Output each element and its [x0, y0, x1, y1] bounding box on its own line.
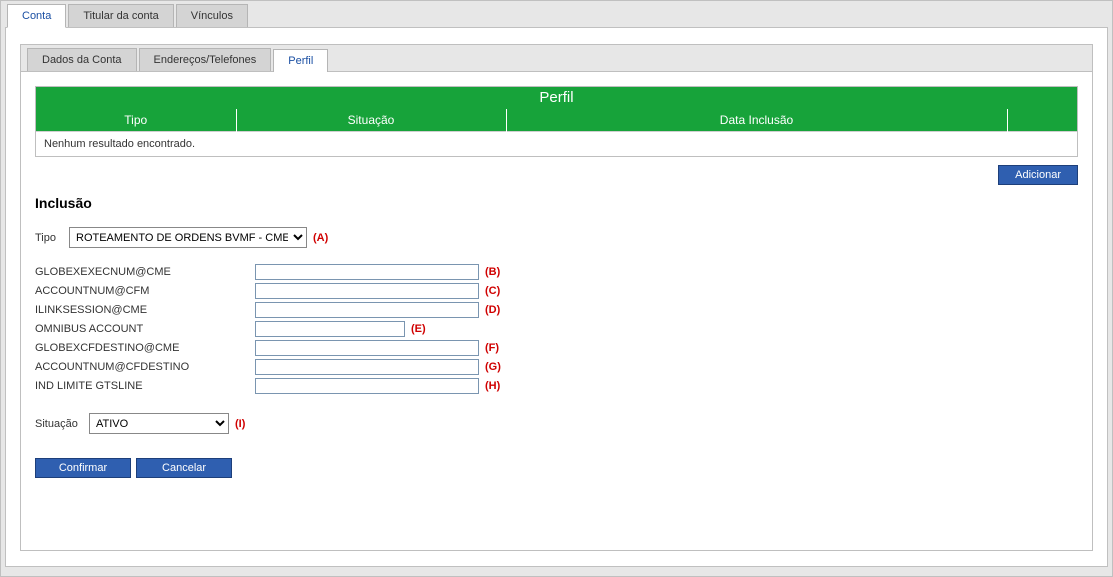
field-grid: GLOBEXEXECNUM@CME (B) ACCOUNTNUM@CFM (C)…: [35, 262, 1078, 395]
input-accountnumcfdestino[interactable]: [255, 359, 479, 375]
app-frame: Conta Titular da conta Vínculos Dados da…: [0, 0, 1113, 577]
label-tipo: Tipo: [35, 232, 65, 244]
col-tipo[interactable]: Tipo: [36, 109, 236, 132]
label-accountnumcfm: ACCOUNTNUM@CFM: [35, 285, 255, 297]
perfil-table: Tipo Situação Data Inclusão Nenhum resul…: [36, 109, 1077, 156]
row-ilinksession: ILINKSESSION@CME (D): [35, 300, 1078, 319]
empty-msg: Nenhum resultado encontrado.: [36, 132, 1077, 157]
section-heading: Inclusão: [35, 195, 1078, 211]
panel-title: Perfil: [36, 87, 1077, 109]
select-situacao[interactable]: ATIVO: [89, 413, 229, 434]
add-button[interactable]: Adicionar: [998, 165, 1078, 185]
inner-frame: Perfil Tipo Situação Data Inclusão Nenhu…: [35, 86, 1078, 157]
label-indlimite: IND LIMITE GTSLINE: [35, 380, 255, 392]
add-row: Adicionar: [35, 165, 1078, 185]
row-accountnumcfdestino: ACCOUNTNUM@CFDESTINO (G): [35, 357, 1078, 376]
marker-b: (B): [485, 266, 500, 278]
row-accountnumcfm: ACCOUNTNUM@CFM (C): [35, 281, 1078, 300]
marker-f: (F): [485, 342, 499, 354]
marker-i: (I): [235, 418, 245, 430]
tab-enderecos[interactable]: Endereços/Telefones: [139, 48, 272, 71]
label-globexexecnum: GLOBEXEXECNUM@CME: [35, 266, 255, 278]
row-indlimite: IND LIMITE GTSLINE (H): [35, 376, 1078, 395]
marker-d: (D): [485, 304, 500, 316]
top-tabs: Conta Titular da conta Vínculos: [1, 1, 1112, 27]
label-situacao: Situação: [35, 418, 85, 430]
label-accountnumcfdestino: ACCOUNTNUM@CFDESTINO: [35, 361, 255, 373]
input-globexexecnum[interactable]: [255, 264, 479, 280]
tab-titular[interactable]: Titular da conta: [68, 4, 173, 27]
marker-e: (E): [411, 323, 426, 335]
label-globexcfdestino: GLOBEXCFDESTINO@CME: [35, 342, 255, 354]
row-situacao: Situação ATIVO (I): [35, 413, 1078, 434]
row-globexcfdestino: GLOBEXCFDESTINO@CME (F): [35, 338, 1078, 357]
input-omnibus[interactable]: [255, 321, 405, 337]
marker-c: (C): [485, 285, 500, 297]
label-omnibus: OMNIBUS ACCOUNT: [35, 323, 255, 335]
cancel-button[interactable]: Cancelar: [136, 458, 232, 478]
col-actions: [1007, 109, 1077, 132]
action-row: Confirmar Cancelar: [35, 458, 1078, 478]
tab-vinculos[interactable]: Vínculos: [176, 4, 248, 27]
marker-g: (G): [485, 361, 501, 373]
col-situacao[interactable]: Situação: [236, 109, 506, 132]
tab-conta[interactable]: Conta: [7, 4, 66, 28]
tab-perfil[interactable]: Perfil: [273, 49, 328, 72]
input-globexcfdestino[interactable]: [255, 340, 479, 356]
marker-a: (A): [313, 232, 328, 244]
sub-tabs: Dados da Conta Endereços/Telefones Perfi…: [20, 44, 1093, 71]
row-omnibus: OMNIBUS ACCOUNT (E): [35, 319, 1078, 338]
label-ilinksession: ILINKSESSION@CME: [35, 304, 255, 316]
confirm-button[interactable]: Confirmar: [35, 458, 131, 478]
table-row-empty: Nenhum resultado encontrado.: [36, 132, 1077, 157]
marker-h: (H): [485, 380, 500, 392]
input-ilinksession[interactable]: [255, 302, 479, 318]
row-globexexecnum: GLOBEXEXECNUM@CME (B): [35, 262, 1078, 281]
row-tipo: Tipo ROTEAMENTO DE ORDENS BVMF - CME (A): [35, 227, 1078, 248]
input-accountnumcfm[interactable]: [255, 283, 479, 299]
tab-dados-conta[interactable]: Dados da Conta: [27, 48, 137, 71]
col-data-inclusao[interactable]: Data Inclusão: [506, 109, 1007, 132]
content-wrap: Perfil Tipo Situação Data Inclusão Nenhu…: [20, 71, 1093, 551]
input-indlimite[interactable]: [255, 378, 479, 394]
select-tipo[interactable]: ROTEAMENTO DE ORDENS BVMF - CME: [69, 227, 307, 248]
mid-panel: Dados da Conta Endereços/Telefones Perfi…: [5, 27, 1108, 567]
